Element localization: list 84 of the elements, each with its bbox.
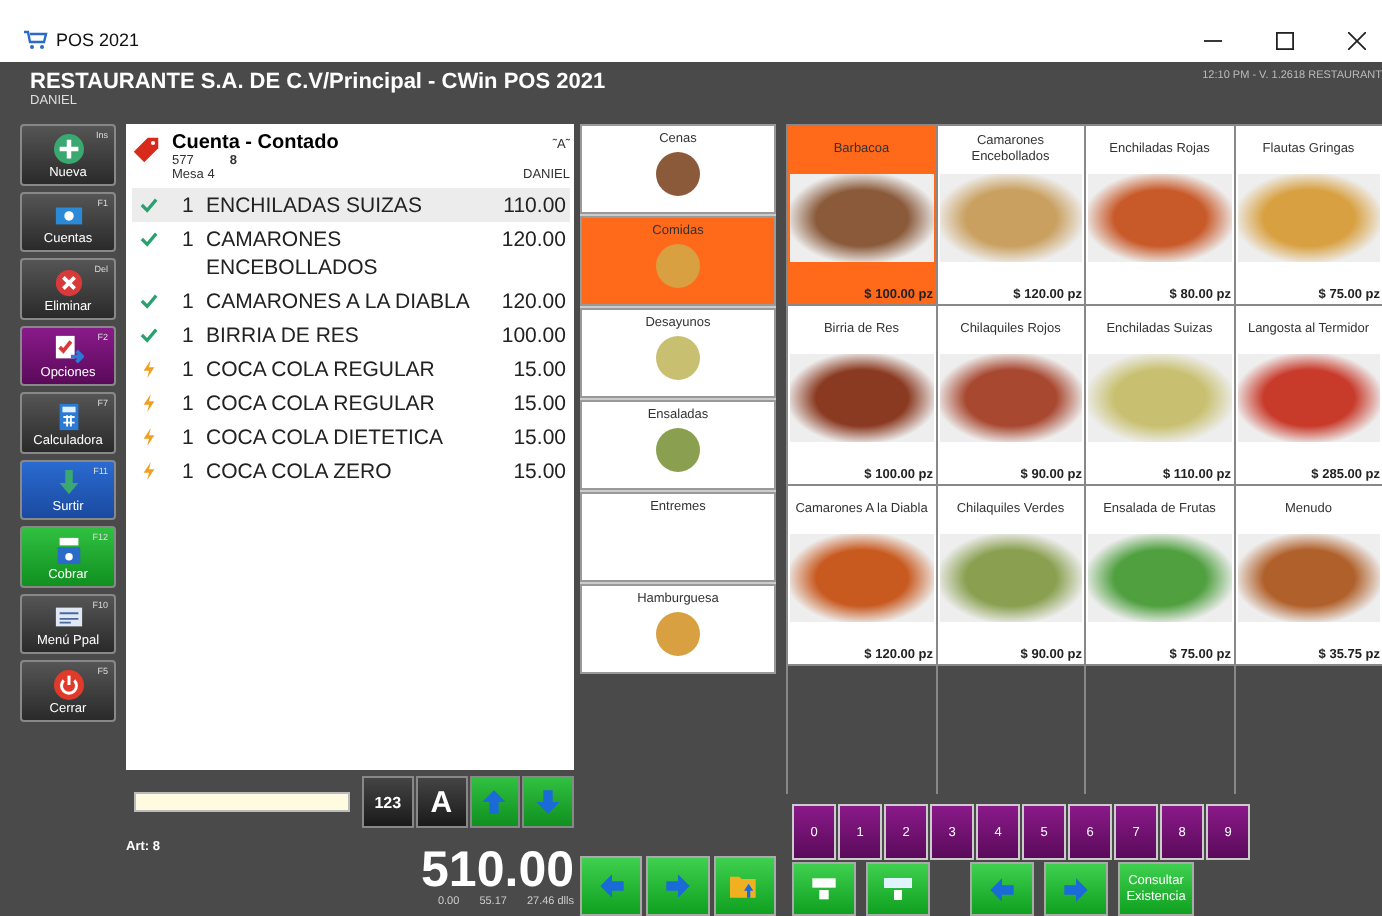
item-price: 120.00: [501, 226, 566, 254]
order-row[interactable]: 1 BIRRIA DE RES 100.00: [132, 318, 570, 352]
item-name: COCA COLA DIETETICA: [206, 424, 445, 452]
photo-placeholder: [1088, 174, 1231, 262]
photo-placeholder: [656, 244, 700, 288]
item-price: 15.00: [513, 424, 566, 452]
order-row[interactable]: 1 COCA COLA REGULAR 15.00: [132, 386, 570, 420]
account-title: Cuenta - Contado: [172, 132, 339, 154]
order-row[interactable]: 1 ENCHILADAS SUIZAS 110.00: [132, 188, 570, 222]
previous-button[interactable]: [580, 856, 643, 916]
photo-placeholder: [1088, 534, 1231, 622]
item-price: 110.00: [503, 192, 566, 220]
photo-placeholder: [790, 534, 933, 622]
total-amount: 510.00: [421, 844, 574, 896]
arrow-left-icon: [988, 875, 1016, 903]
app-title: RESTAURANTE S.A. DE C.V/Principal - CWin POS 2021: [30, 70, 606, 94]
item-quantity: 1: [182, 356, 196, 384]
photo-placeholder: [1237, 354, 1380, 442]
folder-button[interactable]: [713, 856, 776, 916]
folder-icon: [730, 872, 759, 900]
scroll-down-button[interactable]: [522, 776, 574, 828]
tag-icon: [132, 136, 160, 164]
arrow-left-icon: [597, 872, 626, 900]
item-quantity: 1: [182, 322, 196, 350]
power-icon: [53, 669, 83, 699]
order-row[interactable]: 1 COCA COLA DIETETICA 15.00: [132, 420, 570, 454]
photo-placeholder: [1237, 534, 1380, 622]
arrow-right-icon: [1062, 875, 1090, 903]
item-name: COCA COLA ZERO: [206, 458, 394, 486]
order-row[interactable]: 1 CAMARONES ENCEBOLLADOS 120.00: [132, 222, 570, 284]
previous-page-button[interactable]: [970, 862, 1034, 916]
order-row[interactable]: 1 CAMARONES A LA DIABLA 120.00: [132, 284, 570, 318]
arrow-right-icon: [663, 872, 692, 900]
photo-placeholder: [939, 174, 1082, 262]
item-name: CAMARONES ENCEBOLLADOS: [206, 226, 380, 282]
item-name: BIRRIA DE RES: [206, 322, 361, 350]
item-quantity: 1: [182, 424, 196, 452]
arrow-up-icon: [480, 788, 509, 816]
photo-placeholder: [939, 534, 1082, 622]
item-price: 120.00: [501, 288, 566, 316]
photo-placeholder: [1088, 354, 1231, 442]
mode-key[interactable]: A: [415, 776, 467, 828]
item-name: ENCHILADAS SUIZAS: [206, 192, 424, 220]
large-screen-button[interactable]: [866, 862, 930, 916]
close-icon[interactable]: [1348, 31, 1366, 49]
photo-placeholder: [656, 152, 700, 196]
mode-key[interactable]: 123: [362, 776, 414, 828]
photo-placeholder: [1237, 174, 1380, 262]
small-screen-button[interactable]: [792, 862, 856, 916]
maximize-icon[interactable]: [1276, 31, 1294, 49]
item-name: COCA COLA REGULAR: [206, 390, 437, 418]
item-quantity: 1: [182, 288, 196, 316]
photo-placeholder: [656, 336, 700, 380]
window-icon: [884, 875, 912, 903]
item-name: COCA COLA REGULAR: [206, 356, 437, 384]
photo-placeholder: [656, 428, 700, 472]
delete-icon: [53, 267, 83, 297]
item-name: CAMARONES A LA DIABLA: [206, 288, 472, 316]
keyboard-icon: [53, 602, 83, 632]
order-row[interactable]: 1 COCA COLA ZERO 15.00: [132, 454, 570, 488]
item-price: 15.00: [513, 458, 566, 486]
cash-register-icon: [53, 535, 83, 565]
window-icon: [810, 875, 838, 903]
photo-placeholder: [790, 174, 933, 262]
cart-icon: [24, 30, 48, 50]
photo-placeholder: [939, 354, 1082, 442]
checklist-icon: [53, 334, 83, 364]
item-quantity: 1: [182, 226, 196, 254]
photo-placeholder: [656, 612, 700, 656]
item-quantity: 1: [182, 192, 196, 220]
item-price: 15.00: [513, 390, 566, 418]
input-field[interactable]: [134, 792, 350, 812]
item-quantity: 1: [182, 458, 196, 486]
order-row[interactable]: 1 COCA COLA REGULAR 15.00: [132, 352, 570, 386]
item-quantity: 1: [182, 390, 196, 418]
photo-placeholder: [790, 354, 933, 442]
next-page-button[interactable]: [1044, 862, 1108, 916]
plus-icon: [53, 133, 83, 163]
item-price: 100.00: [501, 322, 566, 350]
scroll-up-button[interactable]: [469, 776, 521, 828]
arrow-down-icon: [534, 788, 563, 816]
next-button[interactable]: [646, 856, 710, 916]
window-title: POS 2021: [56, 30, 140, 50]
item-price: 15.00: [513, 356, 566, 384]
